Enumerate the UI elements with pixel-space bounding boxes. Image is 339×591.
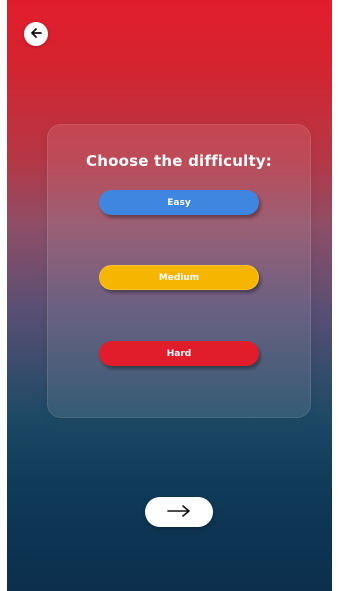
difficulty-title: Choose the difficulty: — [86, 152, 272, 170]
easy-button[interactable]: Easy — [99, 190, 259, 215]
medium-button[interactable]: Medium — [99, 265, 259, 290]
next-button[interactable] — [145, 497, 213, 527]
arrow-right-icon — [166, 503, 192, 522]
arrow-left-icon — [29, 25, 43, 44]
hard-button[interactable]: Hard — [99, 341, 259, 366]
back-button[interactable] — [24, 22, 48, 46]
hard-label: Hard — [166, 348, 192, 359]
easy-label: Easy — [167, 197, 191, 208]
difficulty-card: Choose the difficulty: Easy Medium Hard — [47, 124, 311, 418]
difficulty-screen: Choose the difficulty: Easy Medium Hard — [7, 0, 332, 591]
medium-label: Medium — [158, 272, 200, 283]
